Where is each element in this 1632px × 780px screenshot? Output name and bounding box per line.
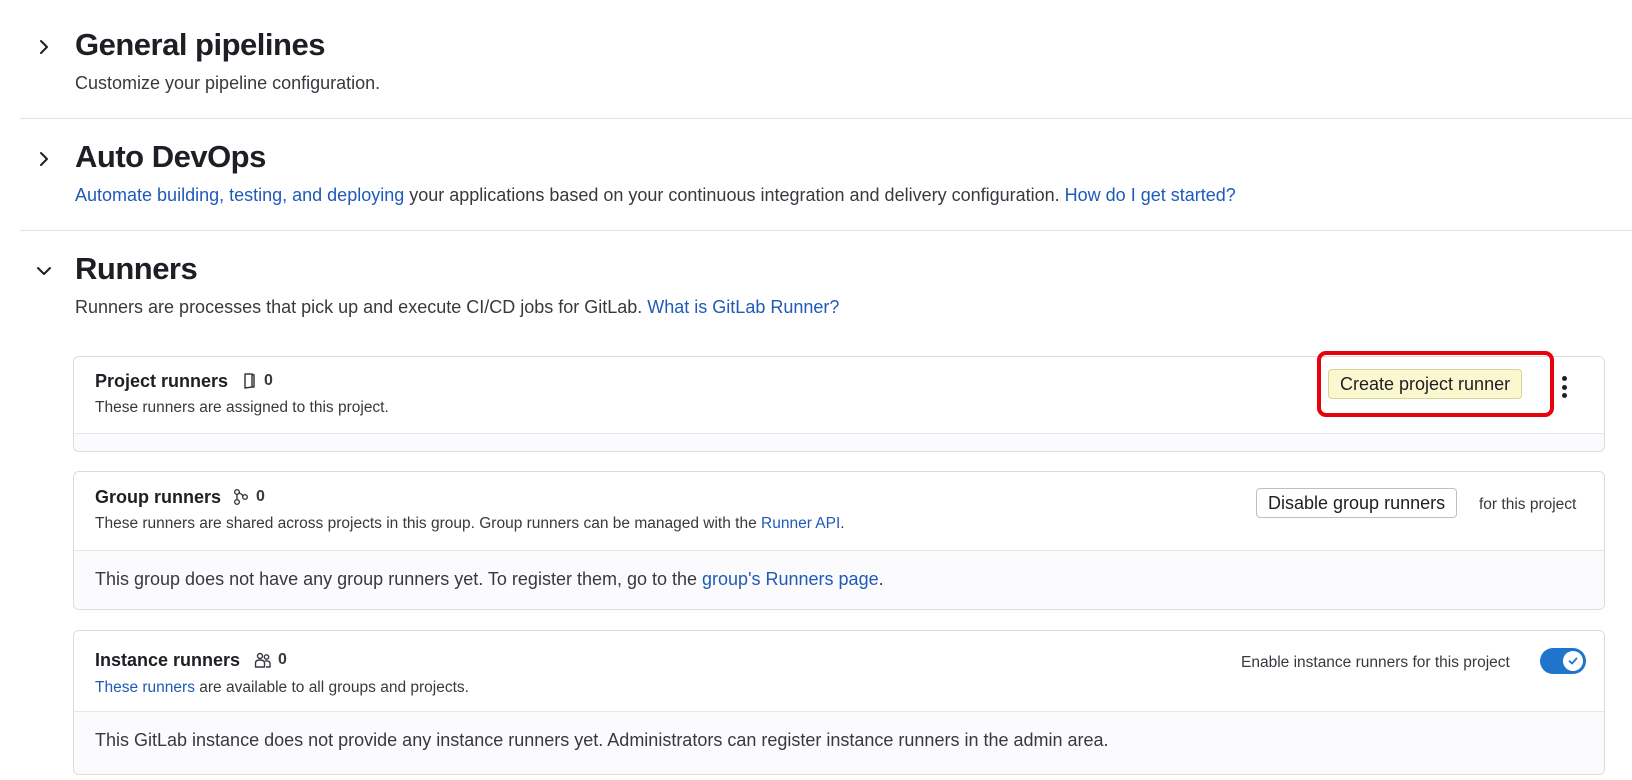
count-value: 0 xyxy=(256,488,265,505)
subtitle-text: are available to all groups and projects… xyxy=(194,679,469,696)
disable-suffix-text: for this project xyxy=(1479,496,1577,513)
count-value: 0 xyxy=(278,651,287,668)
card-body: This group does not have any group runne… xyxy=(74,550,1604,609)
card-title: Group runners xyxy=(95,487,222,507)
chevron-down-icon[interactable] xyxy=(34,261,54,281)
get-started-link[interactable]: How do I get started? xyxy=(1065,185,1236,205)
runner-count: 0 xyxy=(232,488,265,506)
runner-count: 0 xyxy=(240,372,273,390)
toggle-label: Enable instance runners for this project xyxy=(1241,654,1510,671)
group-icon xyxy=(234,489,248,505)
automate-link[interactable]: Automate building, testing, and deployin… xyxy=(75,185,404,205)
section-title[interactable]: Runners xyxy=(75,251,198,287)
check-icon xyxy=(1563,651,1583,671)
runner-api-link[interactable]: Runner API xyxy=(761,515,840,532)
card-title: Instance runners xyxy=(95,650,241,670)
count-value: 0 xyxy=(264,372,273,389)
subtitle-end: . xyxy=(840,515,845,532)
section-runners: Runners Runners are processes that pick … xyxy=(20,231,1632,321)
card-subtitle: These runners are shared across projects… xyxy=(95,515,845,533)
chevron-right-icon[interactable] xyxy=(34,37,54,57)
section-description: Customize your pipeline configuration. xyxy=(75,73,381,93)
empty-state-text: This GitLab instance does not provide an… xyxy=(95,730,1109,750)
chevron-right-icon[interactable] xyxy=(34,149,54,169)
description-text: Runners are processes that pick up and e… xyxy=(75,297,648,317)
section-description: Runners are processes that pick up and e… xyxy=(75,297,839,318)
card-header: Group runners 0 These runners are shared… xyxy=(74,472,1604,550)
card-title: Project runners xyxy=(95,371,229,391)
project-icon xyxy=(244,373,255,389)
instance-runners-card: Instance runners 0 These runners are ava… xyxy=(73,630,1605,775)
these-runners-link[interactable]: These runners xyxy=(95,679,195,696)
card-header: Instance runners 0 These runners are ava… xyxy=(74,631,1604,711)
card-body: This GitLab instance does not provide an… xyxy=(74,711,1604,774)
card-subtitle: These runners are assigned to this proje… xyxy=(95,399,389,416)
section-description: Automate building, testing, and deployin… xyxy=(75,185,1236,206)
instance-runners-toggle[interactable] xyxy=(1540,648,1586,674)
card-body xyxy=(74,433,1604,451)
description-text: your applications based on your continuo… xyxy=(404,185,1065,205)
section-title[interactable]: General pipelines xyxy=(75,27,325,63)
empty-text: This group does not have any group runne… xyxy=(95,569,703,589)
runner-count: 0 xyxy=(254,651,287,669)
vertical-ellipsis-icon[interactable] xyxy=(1557,373,1571,401)
section-auto-devops: Auto DevOps Automate building, testing, … xyxy=(20,119,1632,230)
empty-state-text: This group does not have any group runne… xyxy=(95,569,884,590)
create-project-runner-button[interactable]: Create project runner xyxy=(1328,369,1523,399)
section-general-pipelines: General pipelines Customize your pipelin… xyxy=(20,0,1632,118)
group-runners-page-link[interactable]: group's Runners page xyxy=(702,569,879,589)
group-runners-card: Group runners 0 These runners are shared… xyxy=(73,471,1605,610)
card-subtitle: These runners are available to all group… xyxy=(95,679,469,697)
section-title[interactable]: Auto DevOps xyxy=(75,139,266,175)
empty-end: . xyxy=(878,569,884,589)
disable-group-runners-button[interactable]: Disable group runners xyxy=(1256,488,1458,518)
what-is-runner-link[interactable]: What is GitLab Runner? xyxy=(647,297,839,317)
users-icon xyxy=(254,652,271,668)
subtitle-text: These runners are shared across projects… xyxy=(95,515,762,532)
